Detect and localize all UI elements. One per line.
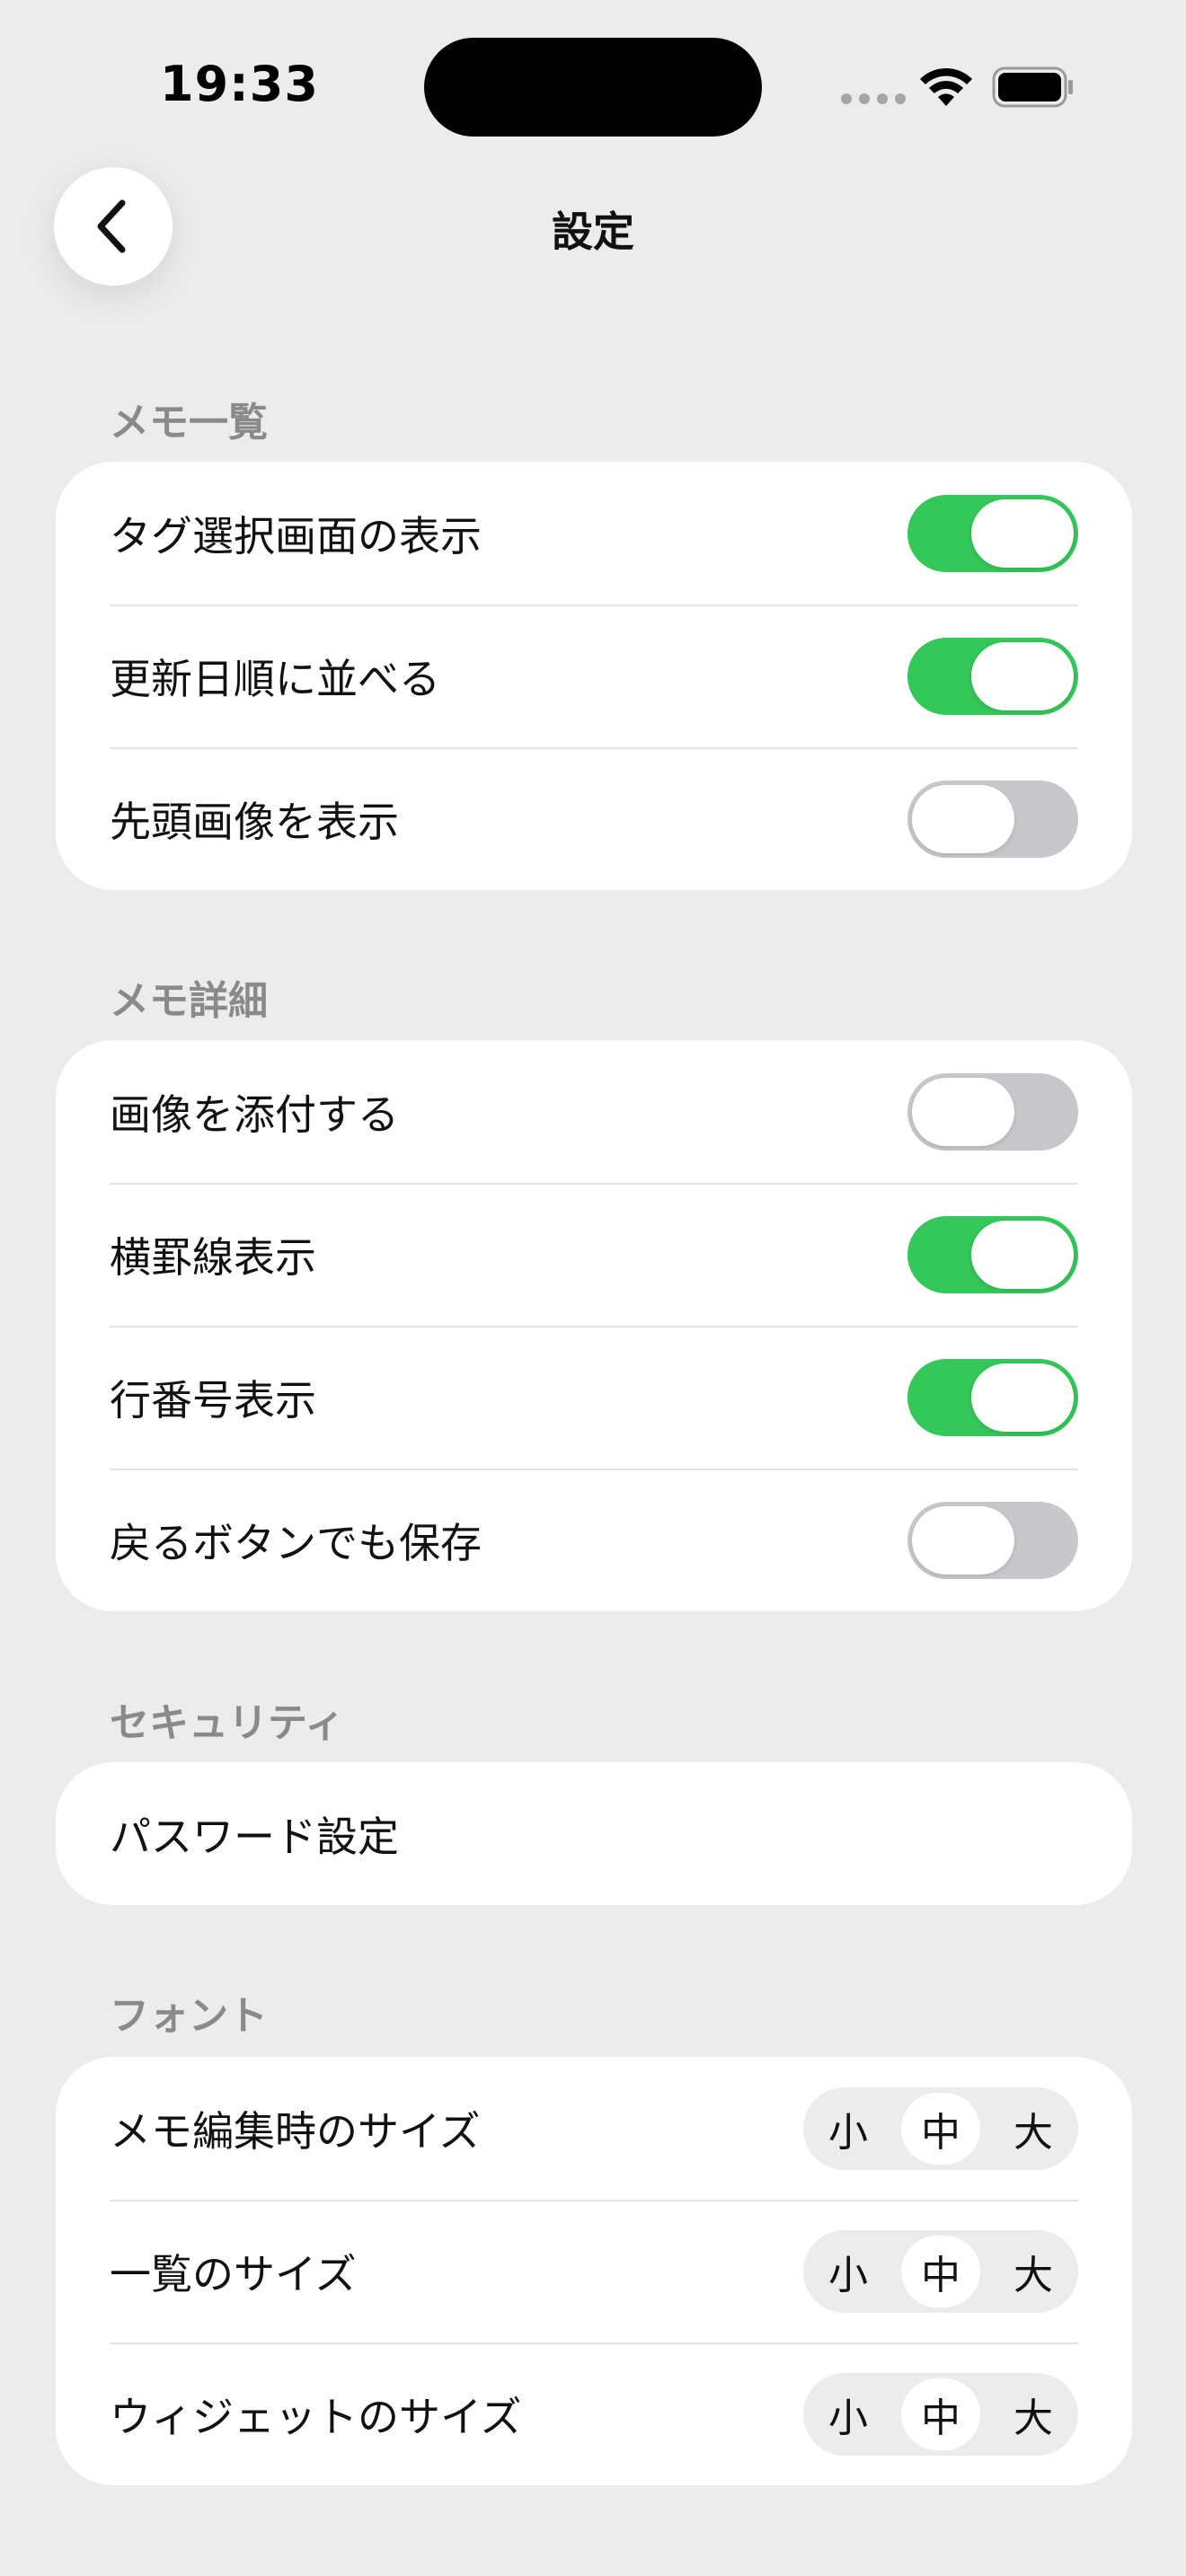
sort-updated-toggle[interactable] [907,637,1078,715]
cellular-signal-icon [841,93,906,104]
wifi-icon [920,67,972,106]
size-option-medium[interactable]: 中 [901,2235,980,2307]
toggle-knob [971,498,1074,568]
row-label: パスワード設定 [110,1812,399,1861]
security-card: パスワード設定 [56,1762,1132,1905]
ruled-lines-toggle[interactable] [907,1215,1078,1293]
size-option-large[interactable]: 大 [994,2378,1073,2450]
status-bar: 19:33 [0,0,1186,171]
settings-row-attach-image: 画像を添付する [56,1040,1132,1183]
status-time: 19:33 [160,56,319,112]
size-option-large[interactable]: 大 [994,2236,1073,2307]
page-title: 設定 [552,207,634,256]
size-option-small[interactable]: 小 [809,2236,888,2307]
row-label: 画像を添付する [110,1090,399,1139]
settings-row-ruled-lines: 横罫線表示 [56,1183,1132,1326]
size-option-large[interactable]: 大 [994,2093,1073,2165]
edit-size-segmented-control: 小 中 大 [803,2086,1078,2170]
row-label: メモ編集時のサイズ [110,2106,481,2156]
row-label: ウィジェットのサイズ [110,2392,522,2441]
memo-list-card: タグ選択画面の表示 更新日順に並べる 先頭画像を表示 [56,462,1132,890]
row-label: 先頭画像を表示 [110,797,399,846]
settings-row-line-numbers: 行番号表示 [56,1326,1132,1469]
toggle-knob [912,1077,1014,1146]
toggle-knob [912,784,1014,853]
row-label: 行番号表示 [110,1375,316,1425]
list-size-segmented-control: 小 中 大 [803,2229,1078,2313]
settings-row-tag-select: タグ選択画面の表示 [56,462,1132,604]
settings-row-widget-size: ウィジェットのサイズ 小 中 大 [56,2342,1132,2485]
settings-row-first-image: 先頭画像を表示 [56,747,1132,890]
toggle-knob [971,1220,1074,1289]
battery-icon [992,66,1073,108]
settings-row-save-on-back: 戻るボタンでも保存 [56,1469,1132,1611]
size-option-small[interactable]: 小 [809,2093,888,2165]
settings-row-sort-updated: 更新日順に並べる [56,604,1132,747]
font-card: メモ編集時のサイズ 小 中 大 一覧のサイズ 小 中 大 ウィジェットのサイズ … [56,2057,1132,2485]
toggle-knob [971,641,1074,710]
row-label: 一覧のサイズ [110,2249,357,2298]
line-numbers-toggle[interactable] [907,1358,1078,1436]
first-image-toggle[interactable] [907,780,1078,858]
settings-row-edit-size: メモ編集時のサイズ 小 中 大 [56,2057,1132,2200]
row-label: 更新日順に並べる [110,654,440,703]
memo-detail-card: 画像を添付する 横罫線表示 行番号表示 戻るボタンでも保存 [56,1040,1132,1611]
size-option-small[interactable]: 小 [809,2378,888,2450]
toggle-knob [912,1505,1014,1575]
row-label: 戻るボタンでも保存 [110,1518,482,1567]
size-option-medium[interactable]: 中 [901,2092,980,2165]
row-label: タグ選択画面の表示 [110,511,482,560]
section-header-security: セキュリティ [110,1700,345,1746]
size-option-medium[interactable]: 中 [901,2378,980,2450]
tag-select-toggle[interactable] [907,494,1078,572]
section-header-memo-detail: メモ詳細 [110,978,268,1024]
section-header-font: フォント [110,1993,268,2039]
section-header-memo-list: メモ一覧 [110,400,268,446]
dynamic-island [424,38,762,137]
settings-row-list-size: 一覧のサイズ 小 中 大 [56,2200,1132,2342]
row-label: 横罫線表示 [110,1232,316,1282]
settings-row-password[interactable]: パスワード設定 [56,1762,1132,1905]
attach-image-toggle[interactable] [907,1072,1078,1151]
toggle-knob [971,1363,1074,1432]
widget-size-segmented-control: 小 中 大 [803,2372,1078,2456]
save-on-back-toggle[interactable] [907,1501,1078,1579]
